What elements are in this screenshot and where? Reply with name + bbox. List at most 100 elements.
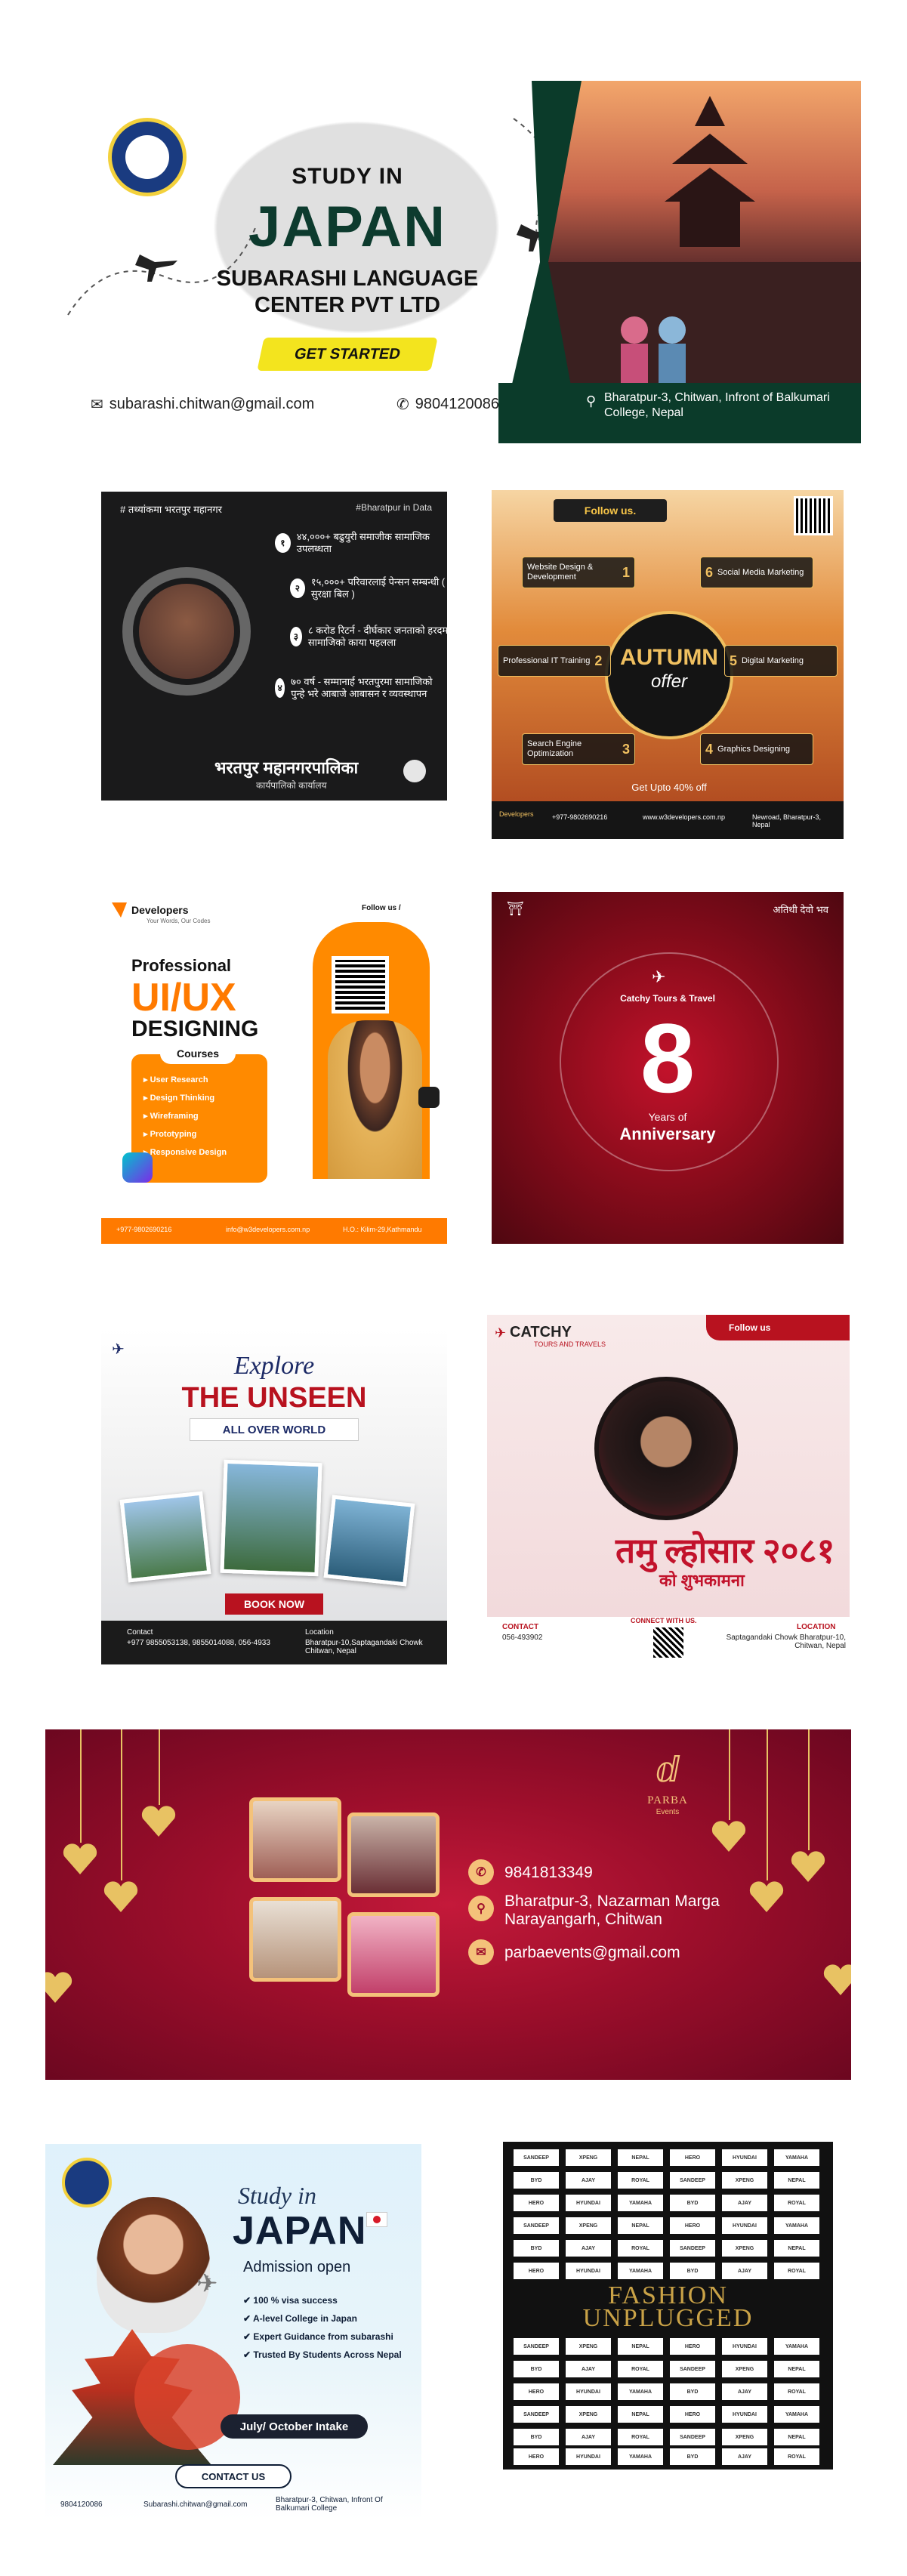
sponsor-logo: XPENG [722, 2240, 767, 2257]
sponsor-logo: NEPAL [774, 2172, 819, 2189]
uiux-course-poster: Developers Your Words, Our Codes Follow … [101, 892, 447, 1244]
sponsor-logo: XPENG [722, 2429, 767, 2445]
phone-contact[interactable]: ✆ 9804120086 [396, 395, 499, 414]
sponsor-logo: HYUNDAI [566, 2383, 611, 2400]
sponsor-logo: NEPAL [618, 2217, 663, 2234]
sponsor-logo: ROYAL [774, 2383, 819, 2400]
logo-subtext: Events [656, 1808, 680, 1816]
lhosar-greeting-poster: ✈ CATCHY TOURS AND TRAVELS Follow us तमु… [487, 1315, 850, 1674]
course-item: ▸ Responsive Design [143, 1148, 227, 1157]
address-line2: Narayangarh, Chitwan [504, 1911, 662, 1928]
get-started-button[interactable]: GET STARTED [257, 338, 438, 371]
location-label: Location [305, 1628, 334, 1637]
lhosar-headline: तमु ल्होसार २०८१ [615, 1532, 835, 1570]
phone-text: 9804120086 [415, 396, 499, 412]
mayor-photo [139, 584, 234, 679]
address-text: Bharatpur-3, Chitwan, Infront of Balkuma… [604, 391, 830, 419]
location-label: LOCATION [797, 1623, 836, 1631]
brand-name: CATCHY [510, 1324, 572, 1340]
qr-code-icon [794, 496, 833, 535]
intake-badge: July/ October Intake [221, 2414, 368, 2439]
feature-item: ✔ 100 % visa success [243, 2295, 338, 2306]
sponsor-logo: SANDEEP [514, 2406, 559, 2423]
location-value: Saptagandaki Chowk Bharatpur-10, Chitwan… [726, 1634, 846, 1650]
email-text: info@w3developers.com.np [226, 1226, 310, 1233]
sponsor-logo: BYD [670, 2448, 715, 2465]
professional-label: Professional [131, 956, 232, 975]
sponsor-logo: NEPAL [618, 2338, 663, 2355]
follow-us-bar[interactable]: Follow us [706, 1315, 850, 1340]
follow-us-badge[interactable]: Follow us. [554, 499, 667, 522]
heart-string [80, 1729, 82, 1843]
sponsor-logo: XPENG [566, 2406, 611, 2423]
airplane-logo-icon: ✈ [495, 1325, 507, 1340]
address-line1: Bharatpur-3, Nazarman Marga [504, 1893, 720, 1910]
heart-ornament-icon [749, 1880, 784, 1912]
municipality-emblem-icon [403, 760, 426, 782]
study-in-japan-banner: STUDY IN JAPAN SUBARASHI LANGUAGE CENTER… [45, 81, 861, 443]
book-now-button[interactable]: BOOK NOW [225, 1593, 323, 1615]
heart-ornament-icon [141, 1805, 176, 1837]
phone-text: 9804120086 [60, 2500, 103, 2509]
sponsor-logo: HYUNDAI [566, 2448, 611, 2465]
company-name-line2: CENTER PVT LTD [255, 293, 440, 317]
service-card: Search Engine Optimization 3 [522, 733, 635, 765]
lhosar-subline: को शुभकामना [659, 1571, 745, 1590]
data-row: १ ४४,०००+ बढुयुरी समाजीक सामाजिक उपलब्धता [275, 531, 433, 555]
title-small: STUDY IN [292, 164, 403, 189]
sponsor-logo: NEPAL [618, 2149, 663, 2166]
heart-ornament-icon [103, 1880, 138, 1912]
offer-title: AUTUMN [620, 645, 718, 670]
email-text[interactable]: parbaevents@gmail.com [504, 1944, 680, 1962]
sponsor-logo: XPENG [566, 2217, 611, 2234]
follow-us-text[interactable]: Follow us / [362, 904, 401, 912]
footer-phone: +977-9802690216 [552, 813, 608, 821]
offer-subtitle: offer [650, 671, 688, 692]
years-number: 8 [640, 1003, 696, 1113]
explore-heading: Explore [233, 1352, 315, 1380]
sponsor-logo: HYUNDAI [722, 2406, 767, 2423]
logo-text: PARBA [647, 1794, 688, 1806]
course-item: ▸ Prototyping [143, 1130, 197, 1139]
uiux-title: UI/UX [131, 976, 236, 1020]
event-photo [249, 1897, 341, 1982]
phone-icon: ✆ [468, 1859, 494, 1885]
course-item: ▸ User Research [143, 1075, 208, 1084]
sponsor-logo: BYD [514, 2172, 559, 2189]
sponsor-logo: AJAY [566, 2172, 611, 2189]
sponsor-logo: NEPAL [774, 2429, 819, 2445]
unplugged-title: UNPLUGGED [582, 2304, 754, 2332]
japan-title: JAPAN [233, 2209, 367, 2253]
student-photo [328, 1020, 422, 1179]
footer-location: Newroad, Bharatpur-3, Nepal [752, 813, 822, 828]
sponsor-logo: XPENG [722, 2361, 767, 2377]
subarashi-logo [108, 118, 187, 196]
row-text: ४४,०००+ बढुयुरी समाजीक सामाजिक उपलब्धता [296, 531, 430, 554]
contact-label: Contact [127, 1628, 153, 1637]
email-contact[interactable]: ✉ subarashi.chitwan@gmail.com [91, 395, 314, 414]
sponsor-logo: ROYAL [618, 2172, 663, 2189]
footer-title: भरतपुर महानगरपालिका [214, 758, 359, 777]
sponsor-logo: BYD [670, 2383, 715, 2400]
sponsor-logo: XPENG [566, 2338, 611, 2355]
heart-ornament-icon [711, 1820, 746, 1852]
designing-title: DESIGNING [131, 1017, 259, 1041]
phone-text[interactable]: 9841813349 [504, 1864, 593, 1882]
sponsor-logo: AJAY [722, 2263, 767, 2279]
sponsor-logo: AJAY [722, 2448, 767, 2465]
location-value: Bharatpur-10,Saptagandaki Chowk Chitwan,… [305, 1639, 423, 1655]
explore-unseen-poster: ✈ Explore THE UNSEEN ALL OVER WORLD BOOK… [101, 1329, 447, 1664]
courses-button[interactable]: Courses [160, 1043, 236, 1064]
gurung-portrait [594, 1377, 738, 1520]
destination-photo-mountains [119, 1491, 211, 1583]
contact-value: +977 9855053138, 9855014088, 056-4933 [127, 1639, 270, 1647]
sponsor-logo: NEPAL [618, 2406, 663, 2423]
heart-string [159, 1729, 160, 1805]
sponsor-logo: HERO [670, 2338, 715, 2355]
parba-logo-icon: ⅆ [655, 1751, 680, 1789]
contact-us-button[interactable]: CONTACT US [175, 2464, 292, 2488]
anniversary-text: Anniversary [619, 1124, 716, 1143]
sponsor-logo: AJAY [566, 2361, 611, 2377]
row-number: ३ [290, 627, 302, 646]
brand-sub: TOURS AND TRAVELS [534, 1340, 606, 1348]
